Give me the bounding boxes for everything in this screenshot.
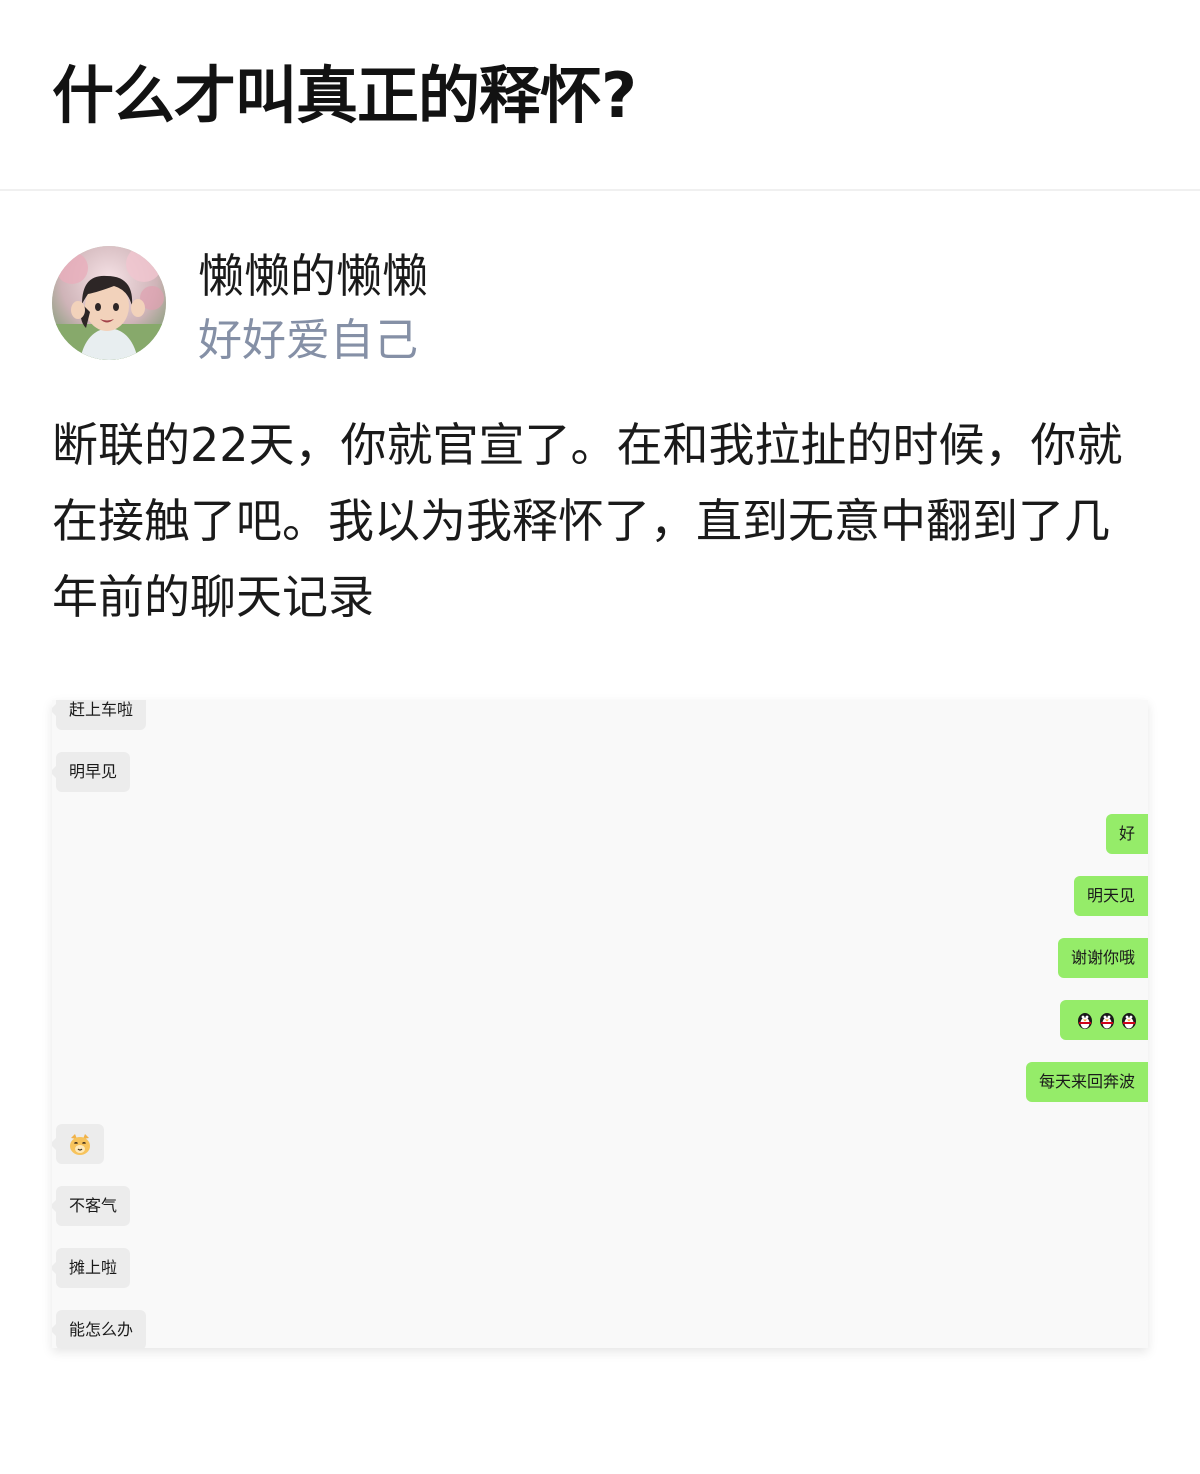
divider — [0, 189, 1200, 191]
chat-bubble-received: 不客气 — [52, 1186, 131, 1226]
author-bio: 好好爱自己 — [198, 315, 418, 366]
chat-screenshot[interactable]: 赶上车啦 明早见 好 明天见 谢谢你哦 每天来回奔波 不客气 摊上啦 能怎么办 — [52, 700, 1148, 1348]
penguin-emoji-icon — [1120, 1010, 1138, 1030]
avatar-illustration — [52, 246, 166, 360]
chat-bubble-sent-emoji — [1060, 1000, 1148, 1040]
question-title[interactable]: 什么才叫真正的释怀? — [52, 52, 1152, 140]
answer-body: 断联的22天，你就官宣了。在和我拉扯的时候，你就在接触了吧。我以为我释怀了，直到… — [52, 418, 1123, 624]
chat-bubble-sent: 谢谢你哦 — [1057, 938, 1148, 978]
chat-bubble-received: 赶上车啦 — [52, 700, 147, 730]
penguin-emoji-icon — [1098, 1010, 1116, 1030]
chat-bubble-sent: 明天见 — [1073, 876, 1148, 916]
penguin-emoji-icon — [1076, 1010, 1094, 1030]
author-name[interactable]: 懒懒的懒懒 — [198, 244, 428, 308]
chat-bubble-sent: 好 — [1105, 814, 1148, 854]
chat-bubble-received-emoji — [52, 1124, 104, 1164]
author-avatar[interactable] — [52, 246, 166, 360]
cat-face-emoji-icon — [70, 1134, 90, 1155]
chat-bubble-received: 摊上啦 — [52, 1248, 131, 1288]
chat-bubble-received: 明早见 — [52, 752, 131, 792]
chat-bubble-sent: 每天来回奔波 — [1025, 1062, 1148, 1102]
chat-bubble-received: 能怎么办 — [52, 1310, 147, 1348]
